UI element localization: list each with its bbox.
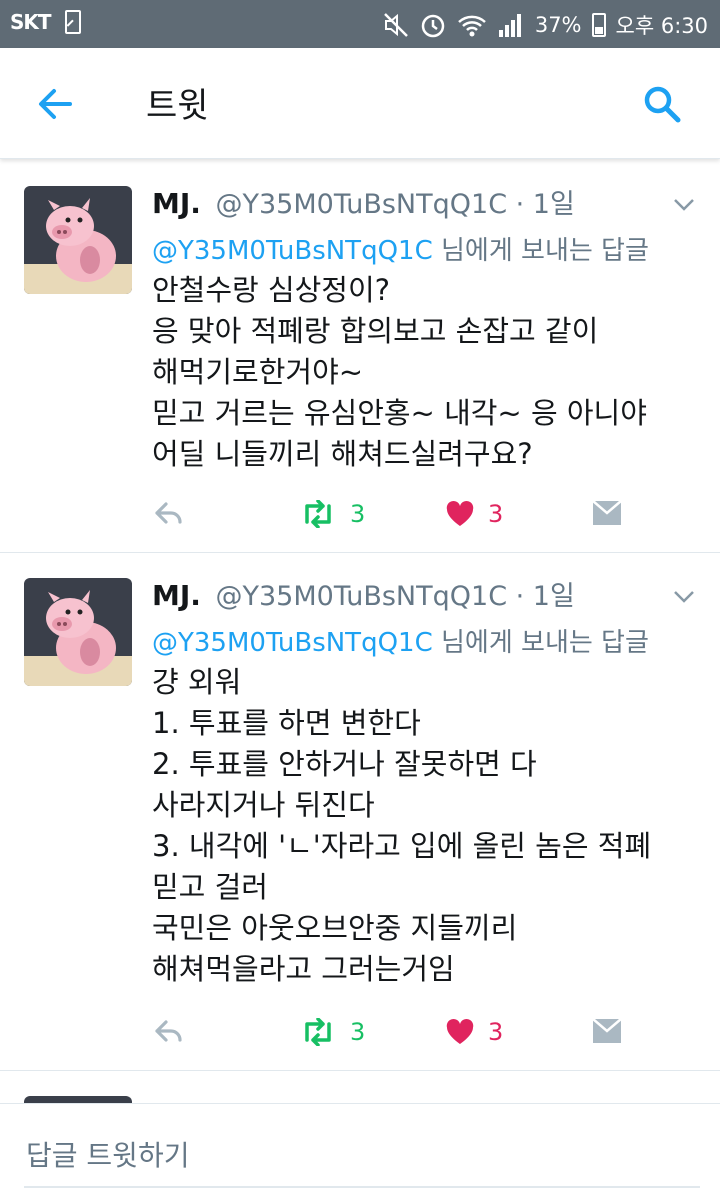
clock: 오후 6:30 (615, 14, 708, 38)
back-button[interactable] (34, 84, 78, 124)
page-title: 트윗 (146, 86, 209, 126)
pig-avatar-icon (24, 186, 132, 294)
like-count: 3 (488, 500, 504, 528)
tweet-line: 믿고 걸러 (152, 870, 268, 904)
reply-handle-link[interactable]: @Y35M0TuBsNTqQ1C (152, 628, 433, 658)
chevron-down-icon (674, 591, 694, 603)
avatar[interactable] (24, 186, 132, 294)
search-button[interactable] (640, 82, 684, 126)
arrow-left-icon (39, 89, 72, 119)
retweet-icon (305, 1018, 331, 1046)
tweet-text: 안철수랑 심상정이? 응 맞아 적폐랑 합의보고 손잡고 같이 해먹기로한거야~… (152, 270, 647, 475)
author-name[interactable]: MJ. (152, 187, 201, 220)
avatar (24, 1096, 132, 1103)
search-icon (644, 86, 681, 123)
reply-icon (155, 502, 182, 524)
battery-percent: 37% (534, 13, 582, 37)
like-count: 3 (488, 1018, 504, 1046)
status-right: 37% 오후 6:30 (383, 10, 708, 40)
author-handle[interactable]: @Y35M0TuBsNTqQ1C (216, 581, 508, 612)
direct-message-button[interactable] (592, 1018, 622, 1044)
tweet[interactable]: MJ. @Y35M0TuBsNTqQ1C · 1일 @Y35M0TuBsNTqQ… (0, 552, 720, 1071)
retweet-count: 3 (350, 500, 366, 528)
like-button[interactable]: 3 (446, 500, 503, 528)
reply-input[interactable] (24, 1124, 700, 1188)
tweet-line: 해쳐먹을라고 그러는거임 (152, 952, 455, 986)
avatar[interactable] (24, 578, 132, 686)
alarm-icon (421, 14, 445, 38)
battery-icon (591, 13, 606, 37)
tweet-header: MJ. @Y35M0TuBsNTqQ1C · 1일 (152, 182, 575, 221)
tweet-line: 걍 외워 (152, 665, 242, 699)
reply-suffix: 님에게 보내는 답글 (441, 628, 649, 658)
reply-button[interactable] (154, 500, 184, 526)
author-name[interactable]: MJ. (152, 579, 201, 612)
tweet-line: 안철수랑 심상정이? (152, 273, 391, 307)
tweet-text: 걍 외워 1. 투표를 하면 변한다 2. 투표를 안하거나 잘못하면 다 사라… (152, 662, 651, 990)
retweet-count: 3 (350, 1018, 366, 1046)
tweet[interactable]: MJ. @Y35M0TuBsNTqQ1C · 1일 @Y35M0TuBsNTqQ… (0, 160, 720, 553)
reply-context: @Y35M0TuBsNTqQ1C 님에게 보내는 답글 (152, 622, 649, 659)
carrier-label: SKT (10, 10, 52, 34)
direct-message-button[interactable] (592, 500, 622, 526)
reply-suffix: 님에게 보내는 답글 (441, 236, 649, 266)
reply-button[interactable] (154, 1018, 184, 1044)
retweet-button[interactable]: 3 (300, 1018, 365, 1046)
heart-icon (446, 501, 474, 526)
app-bar: 트윗 (0, 48, 720, 159)
heart-icon (446, 1019, 474, 1044)
envelope-icon (592, 1018, 622, 1043)
chevron-down-icon (674, 199, 694, 211)
tweet-line: 국민은 아웃오브안중 지들끼리 (152, 911, 518, 945)
tweet-line: 어딜 니들끼리 해쳐드실려구요? (152, 437, 533, 471)
retweet-button[interactable]: 3 (300, 500, 365, 528)
signal-icon (498, 14, 521, 37)
tweet-line: 사라지거나 뒤진다 (152, 788, 375, 822)
reply-handle-link[interactable]: @Y35M0TuBsNTqQ1C (152, 236, 433, 266)
tweet-time: · 1일 (515, 189, 575, 220)
pig-avatar-icon (24, 578, 132, 686)
tweet-menu-button[interactable] (672, 192, 696, 216)
tweet-line: 2. 투표를 안하거나 잘못하면 다 (152, 747, 537, 781)
tweet-time: · 1일 (515, 581, 575, 612)
mute-icon (383, 13, 408, 37)
tweet-line: 1. 투표를 하면 변한다 (152, 706, 421, 740)
next-tweet-preview[interactable] (0, 1072, 720, 1103)
tweet-line: 해먹기로한거야~ (152, 355, 364, 389)
envelope-icon (592, 500, 622, 525)
tweet-menu-button[interactable] (672, 584, 696, 608)
wifi-icon (457, 15, 486, 37)
compose-bar (0, 1103, 720, 1197)
author-handle[interactable]: @Y35M0TuBsNTqQ1C (216, 189, 508, 220)
status-bar: SKT 37% 오후 6:30 (0, 0, 720, 48)
reply-icon (155, 1020, 182, 1042)
retweet-icon (305, 500, 331, 528)
reply-context: @Y35M0TuBsNTqQ1C 님에게 보내는 답글 (152, 230, 649, 267)
tweet-line: 믿고 거르는 유심안홍~ 내각~ 응 아니야 (152, 396, 647, 430)
like-button[interactable]: 3 (446, 1018, 503, 1046)
tweet-header: MJ. @Y35M0TuBsNTqQ1C · 1일 (152, 574, 575, 613)
tweet-line: 응 맞아 적폐랑 합의보고 손잡고 같이 (152, 314, 599, 348)
tweet-line: 3. 내각에 'ㄴ'자라고 입에 올린 놈은 적폐 (152, 829, 652, 863)
sim-card-icon (64, 10, 81, 34)
status-left: SKT (10, 10, 81, 34)
